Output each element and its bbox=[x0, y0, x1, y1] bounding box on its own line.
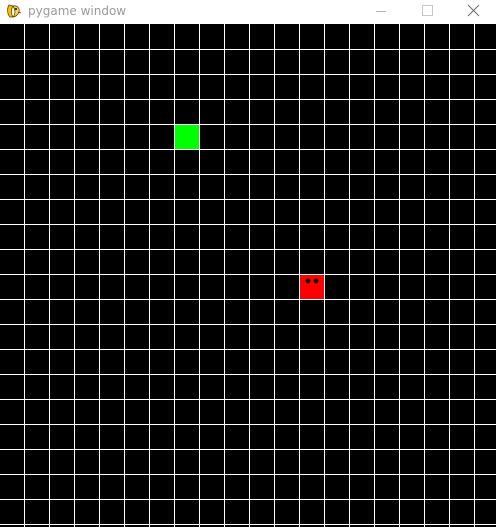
pygame-snake-icon bbox=[6, 3, 22, 19]
snake-left-eye bbox=[305, 278, 311, 284]
maximize-button[interactable] bbox=[404, 0, 450, 23]
game-canvas[interactable] bbox=[0, 24, 496, 527]
pygame-window: pygame window bbox=[0, 0, 496, 527]
close-button[interactable] bbox=[450, 0, 496, 23]
title-bar[interactable]: pygame window bbox=[0, 0, 496, 23]
maximize-icon bbox=[422, 5, 433, 16]
minimize-button[interactable] bbox=[358, 0, 404, 23]
close-icon bbox=[467, 4, 480, 17]
grid-lines bbox=[0, 24, 496, 527]
game-board bbox=[0, 24, 496, 527]
snake-head bbox=[300, 275, 324, 299]
snake-right-eye bbox=[313, 278, 319, 284]
snake bbox=[300, 275, 324, 299]
minimize-icon bbox=[376, 11, 386, 12]
food-pellet bbox=[175, 125, 199, 149]
window-title: pygame window bbox=[28, 4, 127, 18]
